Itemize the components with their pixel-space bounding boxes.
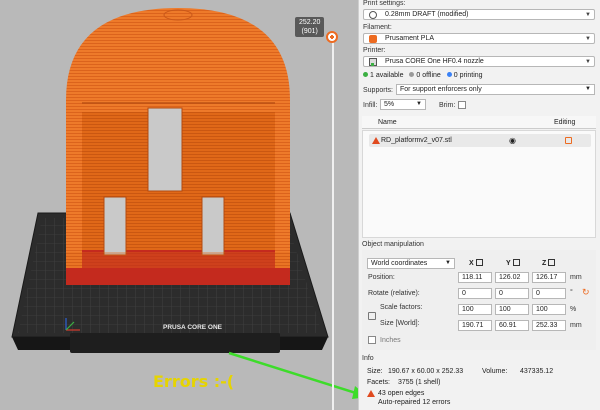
lock-icon[interactable] [368, 312, 376, 320]
rotate-label: Rotate (relative): [368, 290, 420, 297]
layer-height-value: 252.20 [299, 19, 321, 26]
object-list[interactable]: RD_platformv2_v07.stl ◉ [362, 130, 596, 238]
print-settings-select[interactable]: 0.28mm DRAFT (modified) ▼ [363, 9, 595, 20]
chevron-down-icon: ▼ [585, 86, 591, 92]
supports-value: For support enforcers only [400, 86, 482, 93]
info-panel: Size: 190.67 x 60.00 x 252.33 Volume: 43… [362, 364, 596, 410]
coordinate-system-value: World coordinates [371, 260, 428, 267]
reset-rotation-icon[interactable]: ↻ [582, 287, 590, 298]
edit-settings-icon[interactable] [565, 137, 572, 144]
filament-select[interactable]: Prusament PLA ▼ [363, 33, 595, 44]
chevron-down-icon: ▼ [416, 101, 422, 107]
brim-checkbox[interactable] [458, 101, 466, 109]
info-volume-value: 437335.12 [520, 368, 554, 375]
scale-unit: % [570, 306, 577, 313]
position-y-input[interactable]: 126.02 [495, 272, 529, 283]
column-editing: Editing [554, 119, 576, 126]
offline-dot-icon [409, 72, 415, 77]
gear-icon [369, 11, 377, 19]
bed-logo: PRUSA CORE ONE [163, 324, 223, 331]
status-offline: 0 offline [416, 72, 441, 79]
layer-slider-thumb[interactable] [326, 31, 338, 43]
infill-value: 5% [384, 101, 395, 108]
warning-icon [372, 137, 380, 144]
size-y-input[interactable]: 60.91 [495, 320, 529, 331]
info-title: Info [362, 355, 374, 362]
position-label: Position: [368, 274, 395, 281]
chevron-down-icon: ▼ [585, 59, 591, 65]
axis-x-header: X [469, 259, 483, 267]
object-manipulation-title: Object manipulation [362, 241, 424, 248]
3d-viewport[interactable]: PRUSA CORE ONE 252.20 (901) Errors:-( [0, 0, 358, 410]
printer-status-row: 1 available 0 offline 0 printing [363, 72, 483, 79]
layer-slider-rail[interactable] [332, 38, 334, 410]
coordinate-system-select[interactable]: World coordinates ▼ [367, 258, 455, 269]
scale-y-input[interactable]: 100 [495, 304, 529, 315]
rotate-unit: ° [570, 289, 573, 296]
chevron-down-icon: ▼ [585, 36, 591, 42]
size-unit: mm [570, 322, 582, 329]
printer-value: Prusa CORE One HF0.4 nozzle [385, 58, 484, 65]
rotate-x-input[interactable]: 0 [458, 288, 492, 299]
scene-canvas[interactable]: PRUSA CORE ONE [0, 0, 358, 410]
filament-spool-icon [369, 35, 377, 43]
inches-label: Inches [380, 337, 401, 344]
infill-label: Infill: [363, 102, 378, 109]
info-facets-value: 3755 (1 shell) [398, 379, 441, 386]
supports-label: Supports: [363, 87, 393, 94]
position-unit: mm [570, 274, 582, 281]
object-name: RD_platformv2_v07.stl [381, 137, 452, 144]
available-dot-icon [363, 72, 368, 77]
axis-y-header: Y [506, 259, 520, 267]
info-size-value: 190.67 x 60.00 x 252.33 [388, 368, 464, 375]
info-volume-label: Volume: [482, 368, 508, 375]
errors-callout: Errors :-( [153, 372, 235, 391]
info-open-edges: 43 open edges [378, 390, 425, 397]
layer-number-value: (901) [301, 28, 318, 35]
size-label: Size [World]: [380, 320, 420, 327]
axis-z-header: Z [542, 259, 556, 267]
status-available: 1 available [370, 72, 404, 79]
filament-value: Prusament PLA [385, 35, 435, 42]
print-settings-label: Print settings: [363, 0, 406, 7]
chevron-down-icon: ▼ [585, 12, 591, 18]
rotate-z-input[interactable]: 0 [532, 288, 566, 299]
column-name: Name [378, 119, 397, 126]
printing-dot-icon [446, 72, 452, 77]
object-manipulation-panel: World coordinates ▼ X Y Z Position: 118.… [362, 250, 596, 350]
filament-label: Filament: [363, 24, 392, 31]
inches-checkbox[interactable] [368, 336, 376, 344]
printer-label: Printer: [363, 47, 386, 54]
print-settings-value: 0.28mm DRAFT (modified) [385, 11, 469, 18]
printer-select[interactable]: Prusa CORE One HF0.4 nozzle ▼ [363, 56, 595, 67]
chevron-down-icon: ▼ [445, 260, 451, 266]
object-list-header: Name Editing [362, 116, 596, 129]
object-list-item[interactable]: RD_platformv2_v07.stl ◉ [369, 134, 591, 147]
scale-z-input[interactable]: 100 [532, 304, 566, 315]
warning-icon [367, 390, 375, 397]
info-size-label: Size: [367, 368, 383, 375]
position-z-input[interactable]: 126.17 [532, 272, 566, 283]
infill-select[interactable]: 5% ▼ [380, 99, 426, 110]
size-z-input[interactable]: 252.33 [532, 320, 566, 331]
eye-icon[interactable]: ◉ [509, 134, 516, 147]
annotation-arrow [228, 351, 358, 399]
brim-label: Brim: [439, 102, 456, 109]
printer-icon [369, 58, 377, 66]
scale-x-input[interactable]: 100 [458, 304, 492, 315]
scale-label: Scale factors: [380, 304, 423, 311]
3d-model[interactable] [66, 8, 290, 268]
status-printing: 0 printing [453, 72, 483, 79]
position-x-input[interactable]: 118.11 [458, 272, 492, 283]
info-facets-label: Facets: [367, 379, 390, 386]
size-x-input[interactable]: 190.71 [458, 320, 492, 331]
supports-select[interactable]: For support enforcers only ▼ [396, 84, 595, 95]
info-auto-repaired: Auto-repaired 12 errors [378, 399, 451, 406]
layer-slider-label: 252.20 (901) [295, 17, 325, 37]
rotate-y-input[interactable]: 0 [495, 288, 529, 299]
